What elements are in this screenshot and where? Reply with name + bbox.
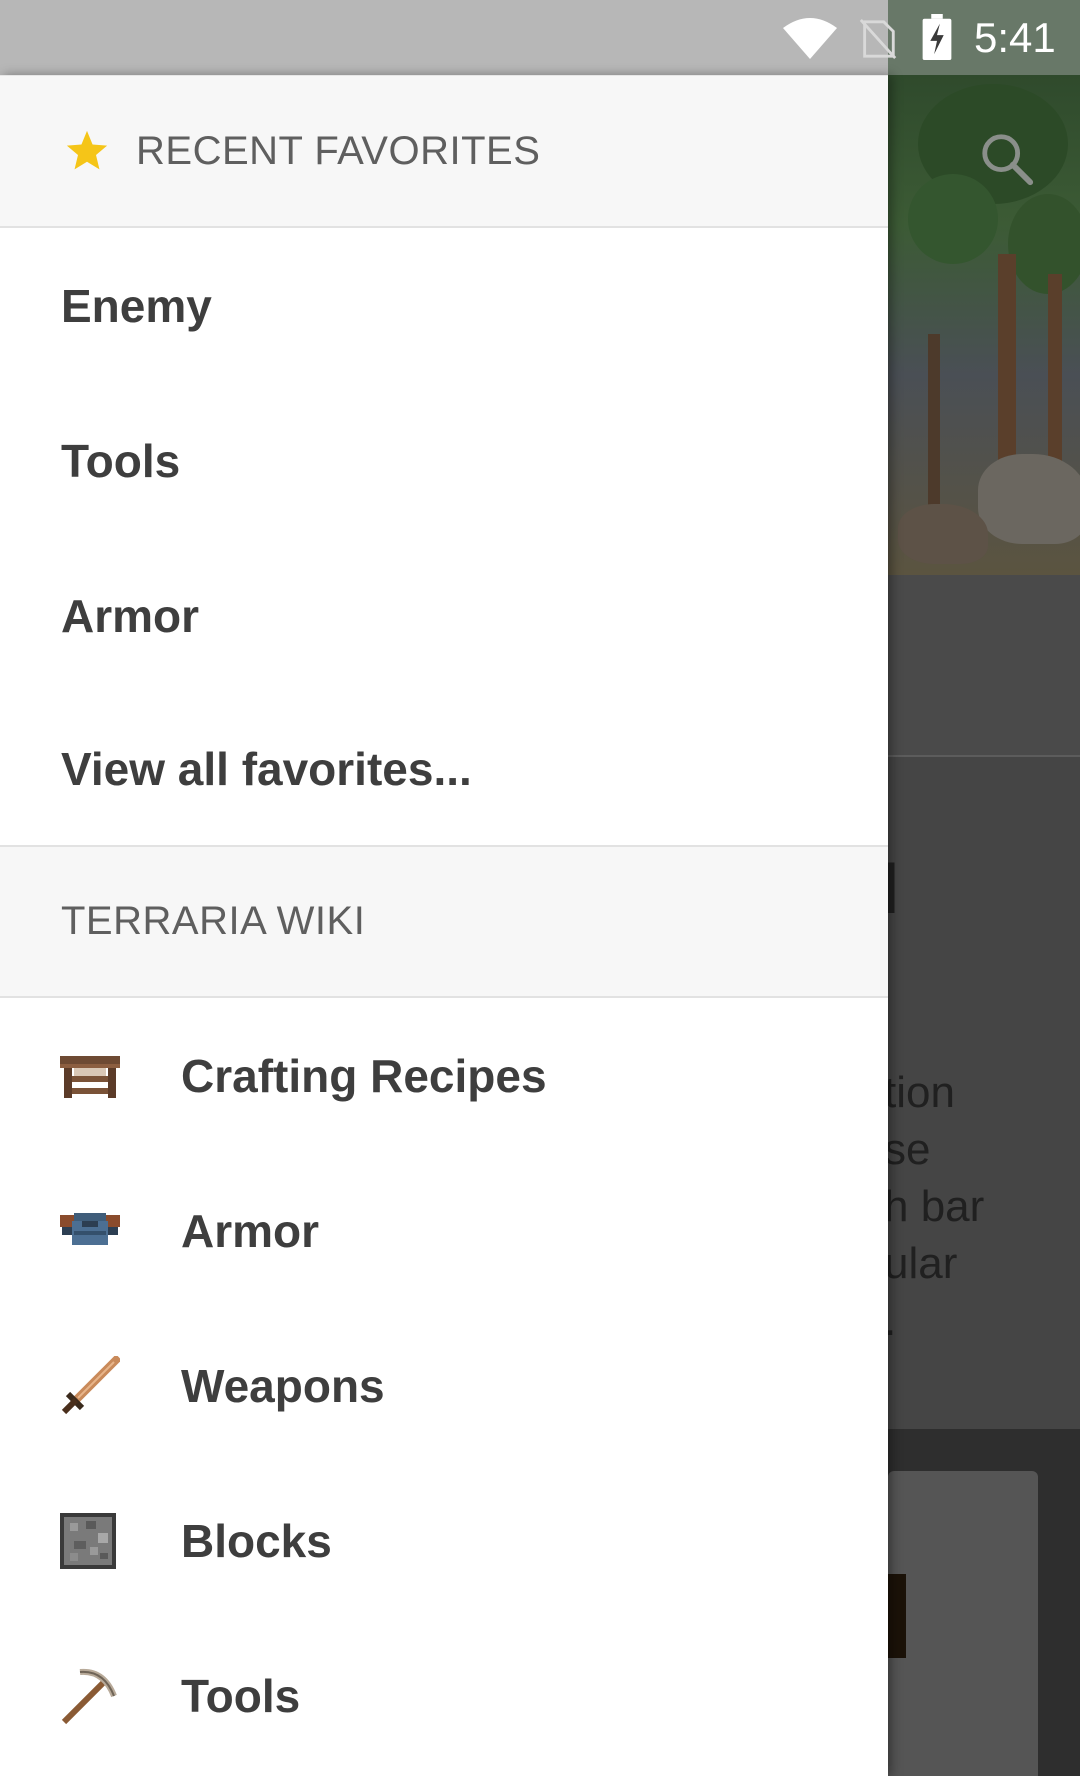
nav-item-label: Blocks bbox=[181, 1514, 332, 1567]
favorite-item-armor[interactable]: Armor bbox=[0, 538, 888, 693]
no-sim-icon bbox=[859, 18, 897, 60]
background-text-fragment: ular bbox=[888, 1239, 958, 1288]
status-time: 5:41 bbox=[974, 14, 1056, 61]
background-card-image bbox=[888, 1574, 906, 1658]
view-all-favorites-label: View all favorites... bbox=[61, 743, 472, 795]
nav-item-label: Tools bbox=[181, 1669, 301, 1722]
recent-favorites-header: RECENT FAVORITES bbox=[0, 75, 888, 228]
armor-icon bbox=[60, 1201, 120, 1261]
favorite-item-label: Armor bbox=[61, 589, 200, 642]
view-all-favorites-link[interactable]: View all favorites... bbox=[0, 693, 888, 845]
pickaxe-icon bbox=[60, 1666, 120, 1726]
favorite-item-label: Enemy bbox=[61, 279, 212, 332]
star-icon bbox=[66, 130, 108, 170]
background-title-fragment: l bbox=[888, 850, 900, 928]
stone-block-icon bbox=[60, 1511, 120, 1571]
navigation-drawer: RECENT FAVORITES Enemy Tools Armor View … bbox=[0, 75, 888, 1776]
wifi-icon bbox=[783, 18, 837, 59]
terraria-wiki-header: TERRARIA WIKI bbox=[0, 845, 888, 998]
background-text-fragment: h bar bbox=[888, 1182, 985, 1231]
battery-charging-icon bbox=[922, 14, 952, 60]
nav-item-tools[interactable]: Tools bbox=[0, 1618, 888, 1773]
nav-item-crafting-recipes[interactable]: Crafting Recipes bbox=[0, 998, 888, 1153]
favorite-item-tools[interactable]: Tools bbox=[0, 383, 888, 538]
nav-item-blocks[interactable]: Blocks bbox=[0, 1463, 888, 1618]
nav-item-label: Armor bbox=[181, 1204, 320, 1257]
background-article: l tion se h bar ular . bbox=[888, 757, 1080, 1429]
sword-icon bbox=[60, 1355, 120, 1416]
nav-item-armor[interactable]: Armor bbox=[0, 1153, 888, 1308]
nav-item-label: Crafting Recipes bbox=[181, 1049, 547, 1102]
nav-item-label: Weapons bbox=[181, 1359, 385, 1412]
search-icon[interactable] bbox=[978, 130, 1036, 188]
terraria-wiki-label: TERRARIA WIKI bbox=[61, 899, 366, 943]
background-text-fragment: se bbox=[888, 1125, 931, 1174]
background-text-fragment: . bbox=[888, 1296, 896, 1346]
status-bar: 5:41 bbox=[0, 0, 1080, 75]
crafting-table-icon bbox=[60, 1046, 120, 1106]
favorite-item-label: Tools bbox=[61, 434, 181, 487]
recent-favorites-label: RECENT FAVORITES bbox=[136, 128, 541, 173]
background-card bbox=[888, 1471, 1038, 1776]
favorite-item-enemy[interactable]: Enemy bbox=[0, 228, 888, 383]
nav-item-weapons[interactable]: Weapons bbox=[0, 1308, 888, 1463]
background-text-fragment: tion bbox=[888, 1068, 955, 1117]
background-hero-image bbox=[888, 74, 1080, 575]
background-toolbar bbox=[888, 575, 1080, 755]
